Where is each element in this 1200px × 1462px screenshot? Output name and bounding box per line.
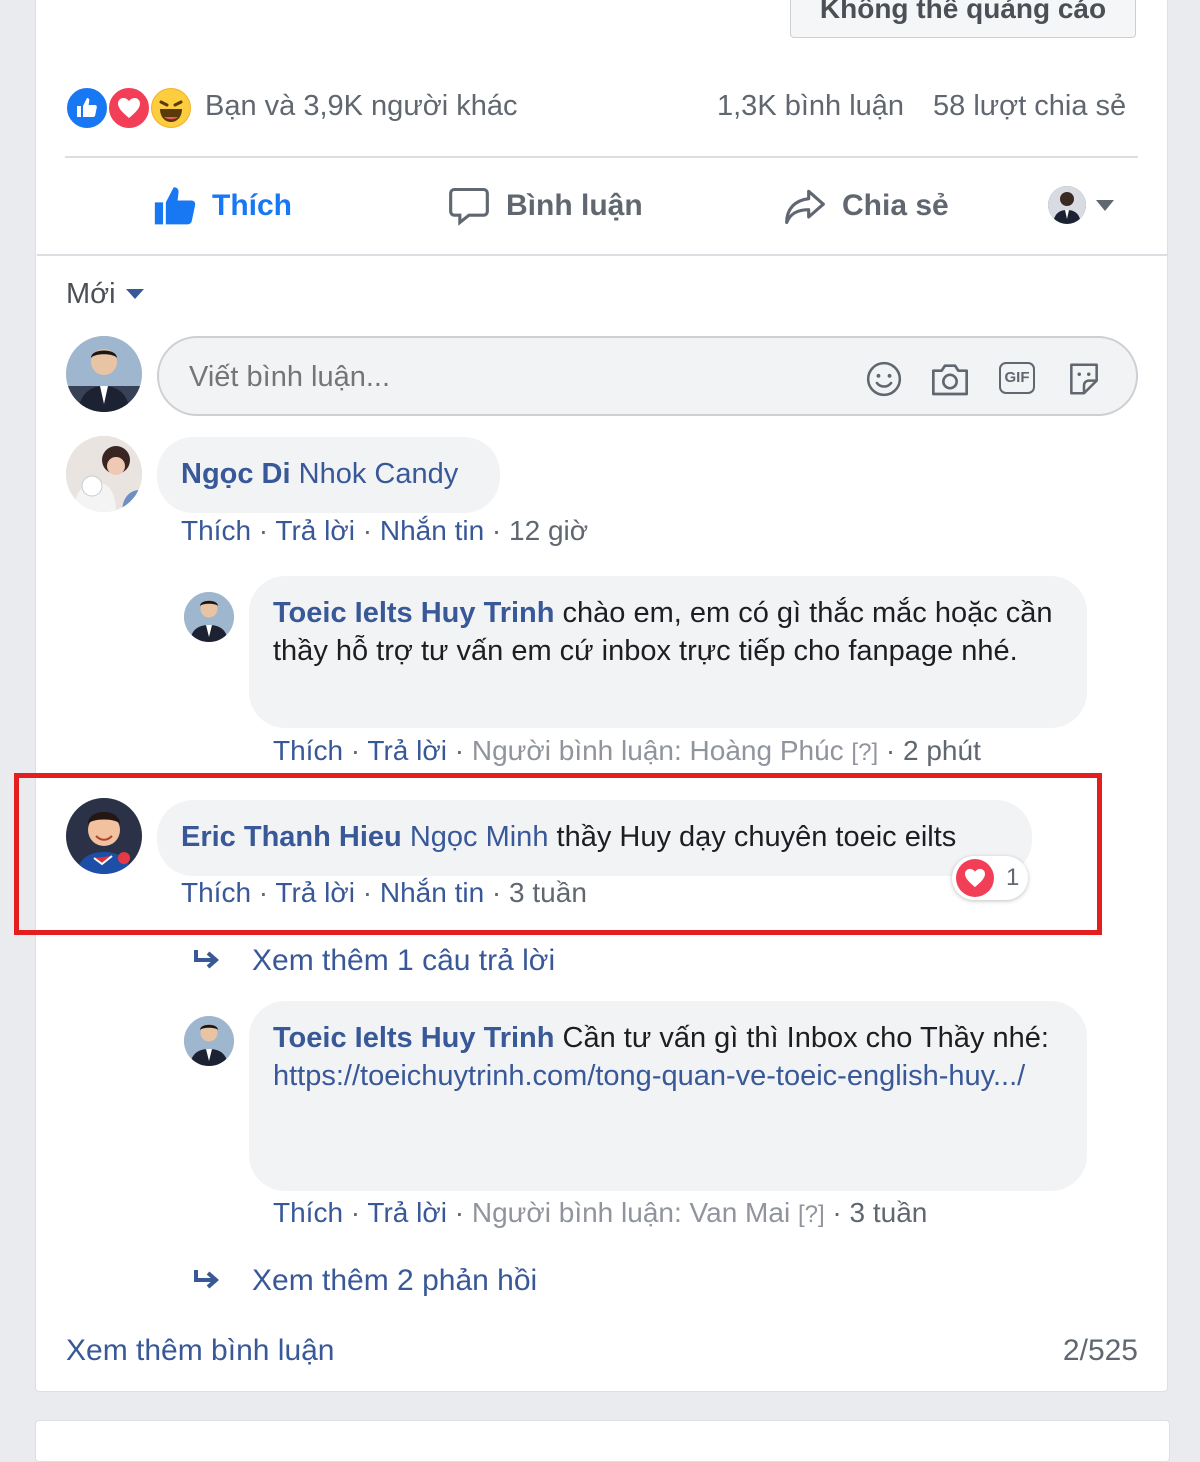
like-button[interactable]: Thích [152,180,292,232]
page-avatar [1048,186,1086,224]
reply-link-url[interactable]: https://toeichuytrinh.com/tong-quan-ve-t… [273,1060,1025,1092]
like-label: Thích [212,189,292,222]
comment-input-box[interactable]: GIF [157,336,1138,416]
reply-link[interactable]: Trả lời [367,735,447,766]
camera-icon[interactable] [930,360,970,398]
share-label: Chia sẻ [842,189,949,222]
reply-meta: Thích · Trả lời · Người bình luận: Hoàng… [273,735,981,766]
love-icon [107,86,151,130]
message-link[interactable]: Nhắn tin [380,515,484,546]
comment-text: Nhok Candy [298,458,459,490]
comment-pagination-count: 2/525 [1062,1334,1138,1367]
emoji-icon[interactable] [865,360,903,398]
view-more-comments[interactable]: Xem thêm bình luận [66,1334,335,1368]
sticker-icon[interactable] [1065,360,1103,398]
reply-link[interactable]: Trả lời [367,1197,447,1228]
like-link[interactable]: Thích [181,515,251,546]
sort-dropdown[interactable]: Mới [66,278,144,311]
reply-author[interactable]: Toeic Ielts Huy Trinh [273,597,554,629]
next-post-card [35,1420,1170,1462]
view-more-replies[interactable]: Xem thêm 1 câu trả lời [252,944,555,978]
reactions-summary[interactable]: Bạn và 3,9K người khác [205,90,518,123]
speech-bubble-icon [449,187,489,226]
reply-meta: Thích · Trả lời · Người bình luận: Van M… [273,1197,928,1228]
help-link[interactable]: [?] [798,1201,825,1228]
reply-bubble: Toeic Ielts Huy Trinh chào em, em có gì … [249,576,1087,728]
comment-button[interactable]: Bình luận [446,180,643,232]
commenter-avatar[interactable] [66,436,142,512]
page-avatar[interactable] [184,592,234,642]
like-icon [65,86,109,130]
commenter-info: Người bình luận: Hoàng Phúc [471,735,844,766]
divider [37,254,1167,256]
haha-icon [149,86,193,130]
share-arrow-icon [785,189,825,225]
highlight-box [14,773,1102,935]
page-avatar[interactable] [184,1016,234,1066]
caret-down-icon [1096,200,1114,211]
reply-link[interactable]: Trả lời [275,515,355,546]
share-button[interactable]: Chia sẻ [782,180,949,232]
comment-meta: Thích · Trả lời · Nhắn tin · 12 giờ [181,515,589,546]
like-link[interactable]: Thích [273,1197,343,1228]
reply-text: Cần tư vấn gì thì Inbox cho Thầy nhé: [562,1022,1049,1054]
reply-arrow-icon [194,1270,220,1289]
comment-bubble: Ngọc Di Nhok Candy [157,437,500,513]
gif-icon[interactable]: GIF [999,362,1035,394]
ad-button[interactable]: Không thể quảng cáo [790,0,1136,38]
reply-author[interactable]: Toeic Ielts Huy Trinh [273,1022,554,1054]
commenter-info: Người bình luận: Van Mai [471,1197,791,1228]
shares-count[interactable]: 58 lượt chia sẻ [933,90,1126,123]
reaction-icons[interactable] [65,86,200,132]
divider [65,156,1138,158]
comments-count[interactable]: 1,3K bình luận [717,90,904,123]
like-link[interactable]: Thích [273,735,343,766]
comment-label: Bình luận [506,189,643,222]
reply-time[interactable]: 3 tuần [850,1197,928,1228]
sort-label: Mới [66,278,116,310]
comment-time[interactable]: 12 giờ [509,515,588,546]
caret-down-icon [125,289,144,299]
reply-time[interactable]: 2 phút [903,735,981,766]
current-user-avatar[interactable] [66,336,142,412]
reply-arrow-icon [194,950,220,969]
comment-author[interactable]: Ngọc Di [181,458,291,490]
view-more-replies[interactable]: Xem thêm 2 phản hồi [252,1264,537,1298]
reply-bubble: Toeic Ielts Huy Trinh Cần tư vấn gì thì … [249,1001,1087,1191]
help-link[interactable]: [?] [851,739,878,766]
comment-input[interactable] [187,354,831,400]
post-as-selector[interactable] [1048,186,1128,226]
thumbs-up-icon [154,187,196,225]
